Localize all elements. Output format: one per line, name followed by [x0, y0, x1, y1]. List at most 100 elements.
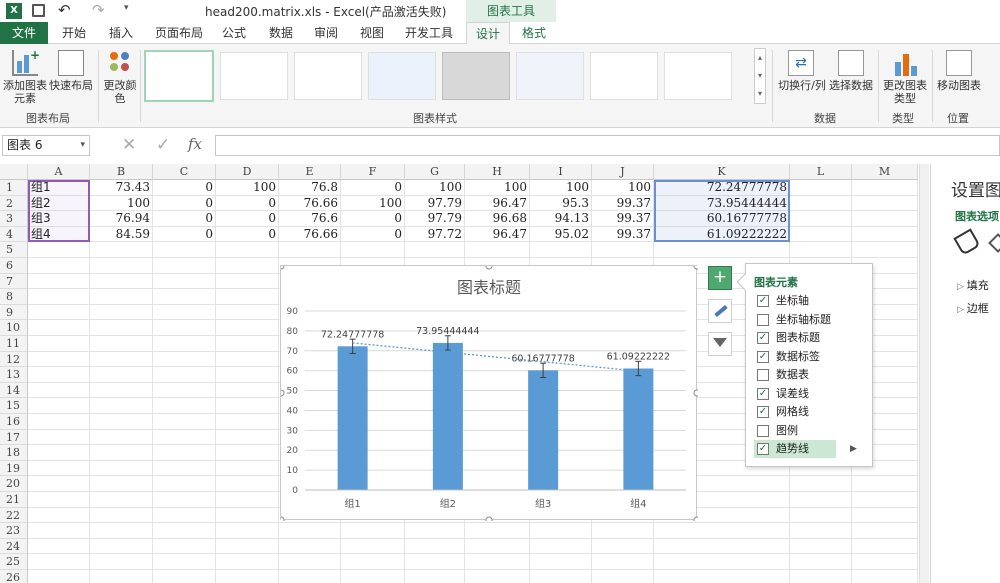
checkbox-checked-icon[interactable]: ✓ — [757, 332, 769, 344]
row-header-5[interactable]: 5 — [0, 242, 28, 258]
gallery-scroll[interactable]: ▴ ▾ ▾ — [754, 48, 766, 104]
tab-page-layout[interactable]: 页面布局 — [148, 22, 210, 44]
tab-data[interactable]: 数据 — [262, 22, 300, 44]
cell-A2[interactable]: 组2 — [28, 196, 90, 211]
tab-design[interactable]: 设计 — [466, 22, 510, 45]
column-header-B[interactable]: B — [90, 164, 153, 180]
row-header-16[interactable]: 16 — [0, 414, 28, 430]
cell-D4[interactable]: 0 — [216, 227, 279, 242]
pane-border-section[interactable]: ▷ 边框 — [957, 300, 989, 316]
cell-H3[interactable]: 96.68 — [465, 211, 530, 226]
cell-J3[interactable]: 99.37 — [592, 211, 654, 226]
row-header-8[interactable]: 8 — [0, 289, 28, 305]
change-chart-type-button[interactable]: 更改图表类型 — [880, 79, 930, 105]
save-icon[interactable] — [32, 4, 45, 17]
row-header-21[interactable]: 21 — [0, 492, 28, 508]
change-colors-button[interactable]: 更改颜色 — [102, 79, 138, 105]
cell-B4[interactable]: 84.59 — [90, 227, 153, 242]
cell-I4[interactable]: 95.02 — [530, 227, 592, 242]
cell-F2[interactable]: 100 — [341, 196, 405, 211]
cell-J4[interactable]: 99.37 — [592, 227, 654, 242]
qat-customize-icon[interactable]: ▾ — [124, 3, 129, 13]
column-header-G[interactable]: G — [405, 164, 465, 180]
checkbox-checked-icon[interactable]: ✓ — [757, 350, 769, 363]
cell-K4[interactable]: 61.09222222 — [654, 227, 790, 242]
row-header-7[interactable]: 7 — [0, 273, 28, 290]
chart-element-2[interactable]: ✓ 图表标题 — [754, 329, 820, 347]
cell-K3[interactable]: 60.16777778 — [654, 211, 790, 226]
cell-A3[interactable]: 组3 — [28, 211, 90, 226]
cell-F4[interactable]: 0 — [341, 227, 405, 242]
row-header-4[interactable]: 4 — [0, 226, 28, 243]
chart-element-1[interactable]: 坐标轴标题 — [754, 311, 831, 329]
cell-D3[interactable]: 0 — [216, 211, 279, 226]
column-header-I[interactable]: I — [530, 164, 592, 180]
tab-home[interactable]: 开始 — [52, 22, 96, 44]
tab-file[interactable]: 文件 — [0, 22, 48, 44]
effects-icon[interactable] — [988, 233, 1000, 253]
cell-I2[interactable]: 95.3 — [530, 196, 592, 211]
checkbox-unchecked-icon[interactable] — [757, 369, 769, 381]
cell-I3[interactable]: 94.13 — [530, 211, 592, 226]
cell-J1[interactable]: 100 — [592, 180, 654, 195]
row-header-12[interactable]: 12 — [0, 351, 28, 368]
quick-layout-button[interactable]: 快速布局 — [48, 79, 94, 92]
switch-row-column-button[interactable]: 切换行/列 — [776, 79, 828, 92]
checkbox-unchecked-icon[interactable] — [757, 424, 769, 437]
tab-insert[interactable]: 插入 — [100, 22, 142, 44]
chart-element-5[interactable]: ✓ 误差线 — [754, 385, 809, 403]
name-box[interactable]: 图表 6 ▾ — [2, 135, 90, 156]
chart-element-8[interactable]: ✓ 趋势线 — [754, 440, 836, 458]
checkbox-checked-icon[interactable]: ✓ — [757, 387, 769, 400]
cell-C4[interactable]: 0 — [153, 227, 216, 242]
column-header-K[interactable]: K — [654, 164, 790, 180]
row-header-18[interactable]: 18 — [0, 445, 28, 461]
row-header-10[interactable]: 10 — [0, 320, 28, 336]
chart-styles-button[interactable] — [708, 299, 732, 323]
checkbox-checked-icon[interactable]: ✓ — [757, 295, 769, 307]
column-header-F[interactable]: F — [341, 164, 405, 180]
cell-C3[interactable]: 0 — [153, 211, 216, 226]
row-header-22[interactable]: 22 — [0, 507, 28, 524]
cell-B2[interactable]: 100 — [90, 196, 153, 211]
cell-F3[interactable]: 0 — [341, 211, 405, 226]
chart-element-0[interactable]: ✓ 坐标轴 — [754, 292, 809, 310]
tab-review[interactable]: 审阅 — [306, 22, 346, 44]
chart-area[interactable]: 图表标题 0 10 20 30 40 50 60 70 80 90 72.24777778 组1 73.9… — [277, 262, 701, 524]
column-header-D[interactable]: D — [216, 164, 279, 180]
cell-I1[interactable]: 100 — [530, 180, 592, 195]
cell-H2[interactable]: 96.47 — [465, 196, 530, 211]
cell-K2[interactable]: 73.95444444 — [654, 196, 790, 211]
column-header-C[interactable]: C — [153, 164, 216, 180]
row-header-13[interactable]: 13 — [0, 367, 28, 383]
cell-A4[interactable]: 组4 — [28, 227, 90, 242]
chart-style-2[interactable] — [220, 52, 288, 100]
row-header-6[interactable]: 6 — [0, 258, 28, 274]
tab-developer[interactable]: 开发工具 — [400, 22, 458, 44]
cell-E1[interactable]: 76.8 — [279, 180, 341, 195]
chart-style-5[interactable] — [442, 52, 510, 100]
column-header-M[interactable]: M — [852, 164, 918, 180]
pane-scroll[interactable] — [919, 164, 929, 583]
column-header-H[interactable]: H — [465, 164, 530, 180]
cell-C2[interactable]: 0 — [153, 196, 216, 211]
select-all-corner[interactable] — [0, 164, 28, 180]
chart-style-6[interactable] — [516, 52, 584, 100]
chart-element-3[interactable]: ✓ 数据标签 — [754, 348, 820, 366]
column-header-E[interactable]: E — [279, 164, 341, 180]
name-box-dropdown-icon[interactable]: ▾ — [80, 136, 85, 155]
chart-element-7[interactable]: 图例 — [754, 422, 798, 440]
row-header-19[interactable]: 19 — [0, 460, 28, 477]
add-chart-element-button[interactable]: 添加图表元素 — [2, 79, 48, 105]
cell-D2[interactable]: 0 — [216, 196, 279, 211]
column-header-A[interactable]: A — [28, 164, 90, 180]
redo-icon[interactable]: ↷ — [92, 1, 105, 19]
cell-E2[interactable]: 76.66 — [279, 196, 341, 211]
checkbox-checked-icon[interactable]: ✓ — [757, 443, 769, 455]
row-header-9[interactable]: 9 — [0, 304, 28, 321]
checkbox-checked-icon[interactable]: ✓ — [757, 406, 769, 418]
select-data-button[interactable]: 选择数据 — [826, 79, 876, 92]
chart-style-8[interactable] — [664, 52, 732, 100]
chart-style-3[interactable] — [294, 52, 362, 100]
move-chart-button[interactable]: 移动图表 — [934, 79, 984, 92]
